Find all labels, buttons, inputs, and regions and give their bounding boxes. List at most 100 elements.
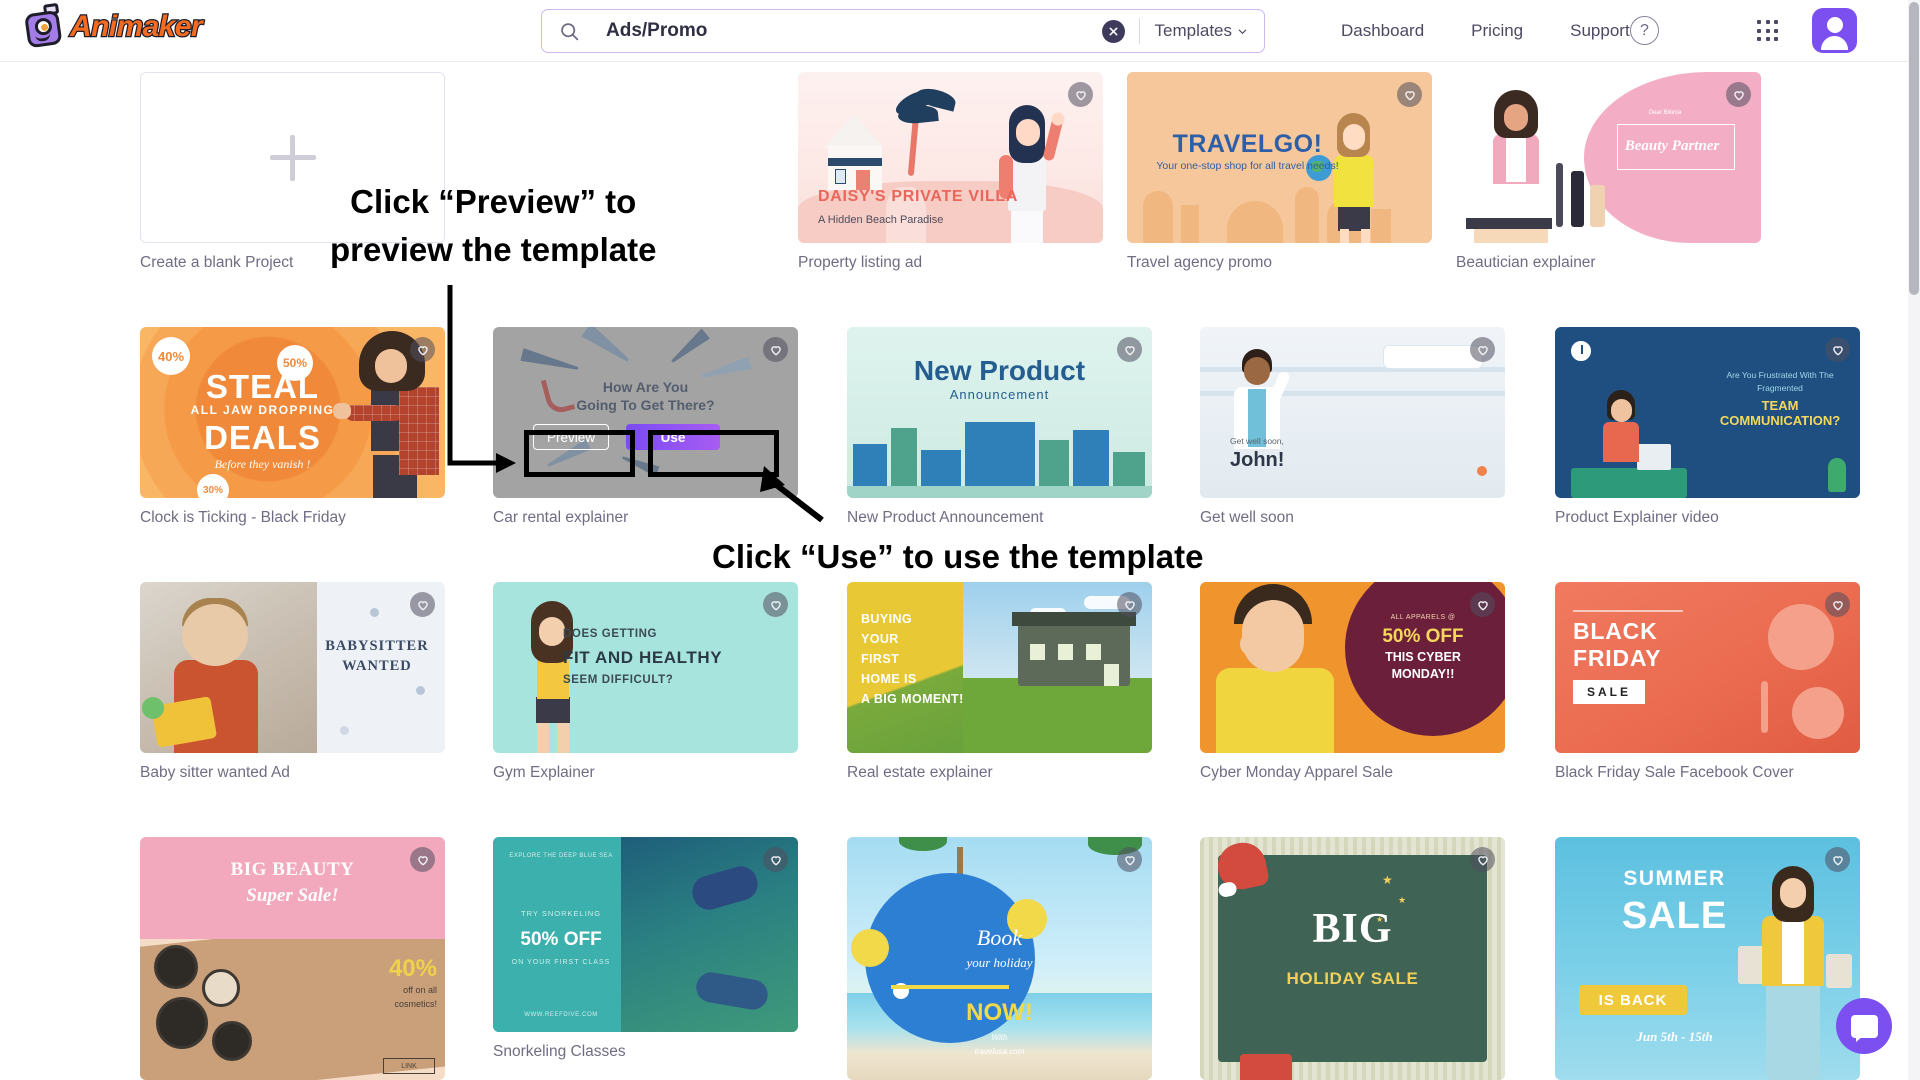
search-bar[interactable]: Templates xyxy=(541,9,1265,53)
template-cell-book-holiday: Book your holiday NOW! With travelusa.co… xyxy=(847,837,1152,1080)
thumb-headline: FIT AND HEALTHY xyxy=(563,648,723,667)
use-button[interactable]: Use xyxy=(626,424,720,450)
nav-dashboard[interactable]: Dashboard xyxy=(1341,21,1424,41)
thumb-headline: DAISY'S PRIVATE VILLA xyxy=(818,188,1019,205)
thumb-subline: Get well soon, xyxy=(1230,436,1284,446)
user-avatar[interactable] xyxy=(1812,8,1857,53)
favorite-heart-icon[interactable] xyxy=(1117,847,1142,872)
animaker-logo[interactable]: Animaker xyxy=(19,2,204,51)
thumb-line-4: off on all xyxy=(403,985,437,995)
page-scrollbar[interactable] xyxy=(1908,0,1920,1080)
nav-pricing[interactable]: Pricing xyxy=(1471,21,1523,41)
thumb-headline: Beauty Partner xyxy=(1624,138,1720,154)
template-thumbnail[interactable]: EXPLORE THE DEEP BLUE SEA TRY SNORKELING… xyxy=(493,837,798,1032)
thumb-subline: HOLIDAY SALE xyxy=(1286,969,1419,988)
favorite-heart-icon[interactable] xyxy=(1825,847,1850,872)
favorite-heart-icon[interactable] xyxy=(1397,82,1422,107)
favorite-heart-icon[interactable] xyxy=(1825,592,1850,617)
search-category-select[interactable]: Templates xyxy=(1140,21,1264,41)
template-cell-gym: DOES GETTING FIT AND HEALTHY SEEM DIFFIC… xyxy=(493,582,798,782)
thumb-discount: 50% OFF xyxy=(520,929,602,950)
thumb-link-button: LINK xyxy=(383,1058,435,1074)
apps-grid-icon[interactable] xyxy=(1757,20,1779,42)
template-cell-big-holiday: ★ ★ ★ BIG HOLIDAY SALE xyxy=(1200,837,1505,1080)
thumb-headline-2: DEALS xyxy=(204,419,321,456)
favorite-heart-icon[interactable] xyxy=(1470,592,1495,617)
thumb-headline: STEAL xyxy=(205,368,320,405)
favorite-heart-icon[interactable] xyxy=(1068,82,1093,107)
chat-support-button[interactable] xyxy=(1836,998,1892,1054)
favorite-heart-icon[interactable] xyxy=(763,337,788,362)
template-caption: New Product Announcement xyxy=(847,509,1044,526)
clear-search-button[interactable] xyxy=(1101,19,1125,43)
template-thumbnail[interactable]: Dear Bikinia Beauty Partner xyxy=(1456,72,1761,243)
favorite-heart-icon[interactable] xyxy=(1470,847,1495,872)
hover-overlay xyxy=(493,327,798,498)
template-thumbnail[interactable]: DOES GETTING FIT AND HEALTHY SEEM DIFFIC… xyxy=(493,582,798,753)
thumb-subline-2: SEEM DIFFICULT? xyxy=(563,674,674,686)
thumb-headline: John! xyxy=(1230,449,1285,471)
template-cell-snorkeling: EXPLORE THE DEEP BLUE SEA TRY SNORKELING… xyxy=(493,837,798,1061)
thumb-headline: BIG BEAUTY xyxy=(230,859,355,880)
thumb-subline: ALL JAW DROPPING xyxy=(190,403,335,417)
template-thumbnail[interactable]: Are You Frustrated With The Fragmented T… xyxy=(1555,327,1860,498)
animaker-logo-icon xyxy=(19,2,68,51)
template-thumbnail[interactable]: 40% 50% 30% STEAL ALL JAW DROPPING DEALS… xyxy=(140,327,445,498)
search-category-label: Templates xyxy=(1154,21,1232,40)
favorite-heart-icon[interactable] xyxy=(763,592,788,617)
template-thumbnail[interactable]: BLACK FRIDAY SALE xyxy=(1555,582,1860,753)
nav-support[interactable]: Support xyxy=(1570,21,1630,41)
thumb-headline-2: Super Sale! xyxy=(246,885,339,906)
thumb-line-4: MONDAY!! xyxy=(1391,667,1455,681)
template-cell-cyber-monday: ALL APPARELS @ 50% OFF THIS CYBER MONDAY… xyxy=(1200,582,1505,782)
template-thumbnail[interactable]: New Product Announcement xyxy=(847,327,1152,498)
thumb-line-2: YOUR xyxy=(861,632,899,646)
template-thumbnail[interactable]: DAISY'S PRIVATE VILLA A Hidden Beach Par… xyxy=(798,72,1103,243)
template-cell-property-listing: DAISY'S PRIVATE VILLA A Hidden Beach Par… xyxy=(798,72,1103,272)
favorite-heart-icon[interactable] xyxy=(410,847,435,872)
thumb-headline: TEAM COMMUNICATION? xyxy=(1719,397,1841,428)
template-thumbnail[interactable]: BABYSITTER WANTED xyxy=(140,582,445,753)
thumb-badge: 30% xyxy=(197,474,229,498)
template-thumbnail[interactable]: BUYING YOUR FIRST HOME IS A BIG MOMENT! xyxy=(847,582,1152,753)
template-cell-big-beauty: BIG BEAUTY Super Sale! 40% off on all co… xyxy=(140,837,445,1080)
template-thumbnail[interactable]: Get well soon, John! xyxy=(1200,327,1505,498)
template-caption: Snorkeling Classes xyxy=(493,1043,626,1060)
template-thumbnail[interactable]: Book your holiday NOW! With travelusa.co… xyxy=(847,837,1152,1080)
favorite-heart-icon[interactable] xyxy=(763,847,788,872)
template-caption: Black Friday Sale Facebook Cover xyxy=(1555,764,1794,781)
thumb-line-1: ALL APPARELS @ xyxy=(1390,614,1456,621)
favorite-heart-icon[interactable] xyxy=(1825,337,1850,362)
favorite-heart-icon[interactable] xyxy=(410,337,435,362)
template-caption: Gym Explainer xyxy=(493,764,595,781)
template-cell-real-estate: BUYING YOUR FIRST HOME IS A BIG MOMENT! … xyxy=(847,582,1152,782)
search-input[interactable] xyxy=(606,20,1102,42)
annotation-use: Click “Use” to use the template xyxy=(712,538,1204,575)
template-caption: Car rental explainer xyxy=(493,509,629,526)
thumb-headline: 50% OFF xyxy=(1382,626,1464,647)
template-thumbnail[interactable]: TRAVELGO! Your one-stop shop for all tra… xyxy=(1127,72,1432,243)
template-thumbnail-hovered[interactable]: How Are You Going To Get There? Preview … xyxy=(493,327,798,498)
template-thumbnail[interactable]: SUMMER SALE IS BACK Jun 5th - 15th xyxy=(1555,837,1860,1080)
thumb-line-4: HOME IS xyxy=(861,672,917,686)
scrollbar-thumb[interactable] xyxy=(1909,2,1919,295)
thumb-headline-2: WANTED xyxy=(342,658,412,674)
favorite-heart-icon[interactable] xyxy=(1726,82,1751,107)
favorite-heart-icon[interactable] xyxy=(1117,337,1142,362)
template-thumbnail[interactable]: BIG BEAUTY Super Sale! 40% off on all co… xyxy=(140,837,445,1080)
thumb-sale-label: SALE xyxy=(1586,685,1631,699)
template-thumbnail[interactable]: ALL APPARELS @ 50% OFF THIS CYBER MONDAY… xyxy=(1200,582,1505,753)
template-cell-get-well: Get well soon, John! Get well soon xyxy=(1200,327,1505,527)
favorite-heart-icon[interactable] xyxy=(410,592,435,617)
template-cell-new-product: New Product Announcement New Product Ann… xyxy=(847,327,1152,527)
favorite-heart-icon[interactable] xyxy=(1117,592,1142,617)
chevron-down-icon xyxy=(1238,29,1247,34)
template-thumbnail[interactable]: ★ ★ ★ BIG HOLIDAY SALE xyxy=(1200,837,1505,1080)
template-cell-car-rental: How Are You Going To Get There? Preview … xyxy=(493,327,798,527)
thumb-line-5: A BIG MOMENT! xyxy=(861,692,964,706)
preview-button[interactable]: Preview xyxy=(533,424,609,450)
help-icon[interactable]: ? xyxy=(1630,16,1659,45)
favorite-heart-icon[interactable] xyxy=(1470,337,1495,362)
template-cell-summer-sale: SUMMER SALE IS BACK Jun 5th - 15th xyxy=(1555,837,1860,1080)
thumb-line-4: With xyxy=(991,1033,1008,1042)
